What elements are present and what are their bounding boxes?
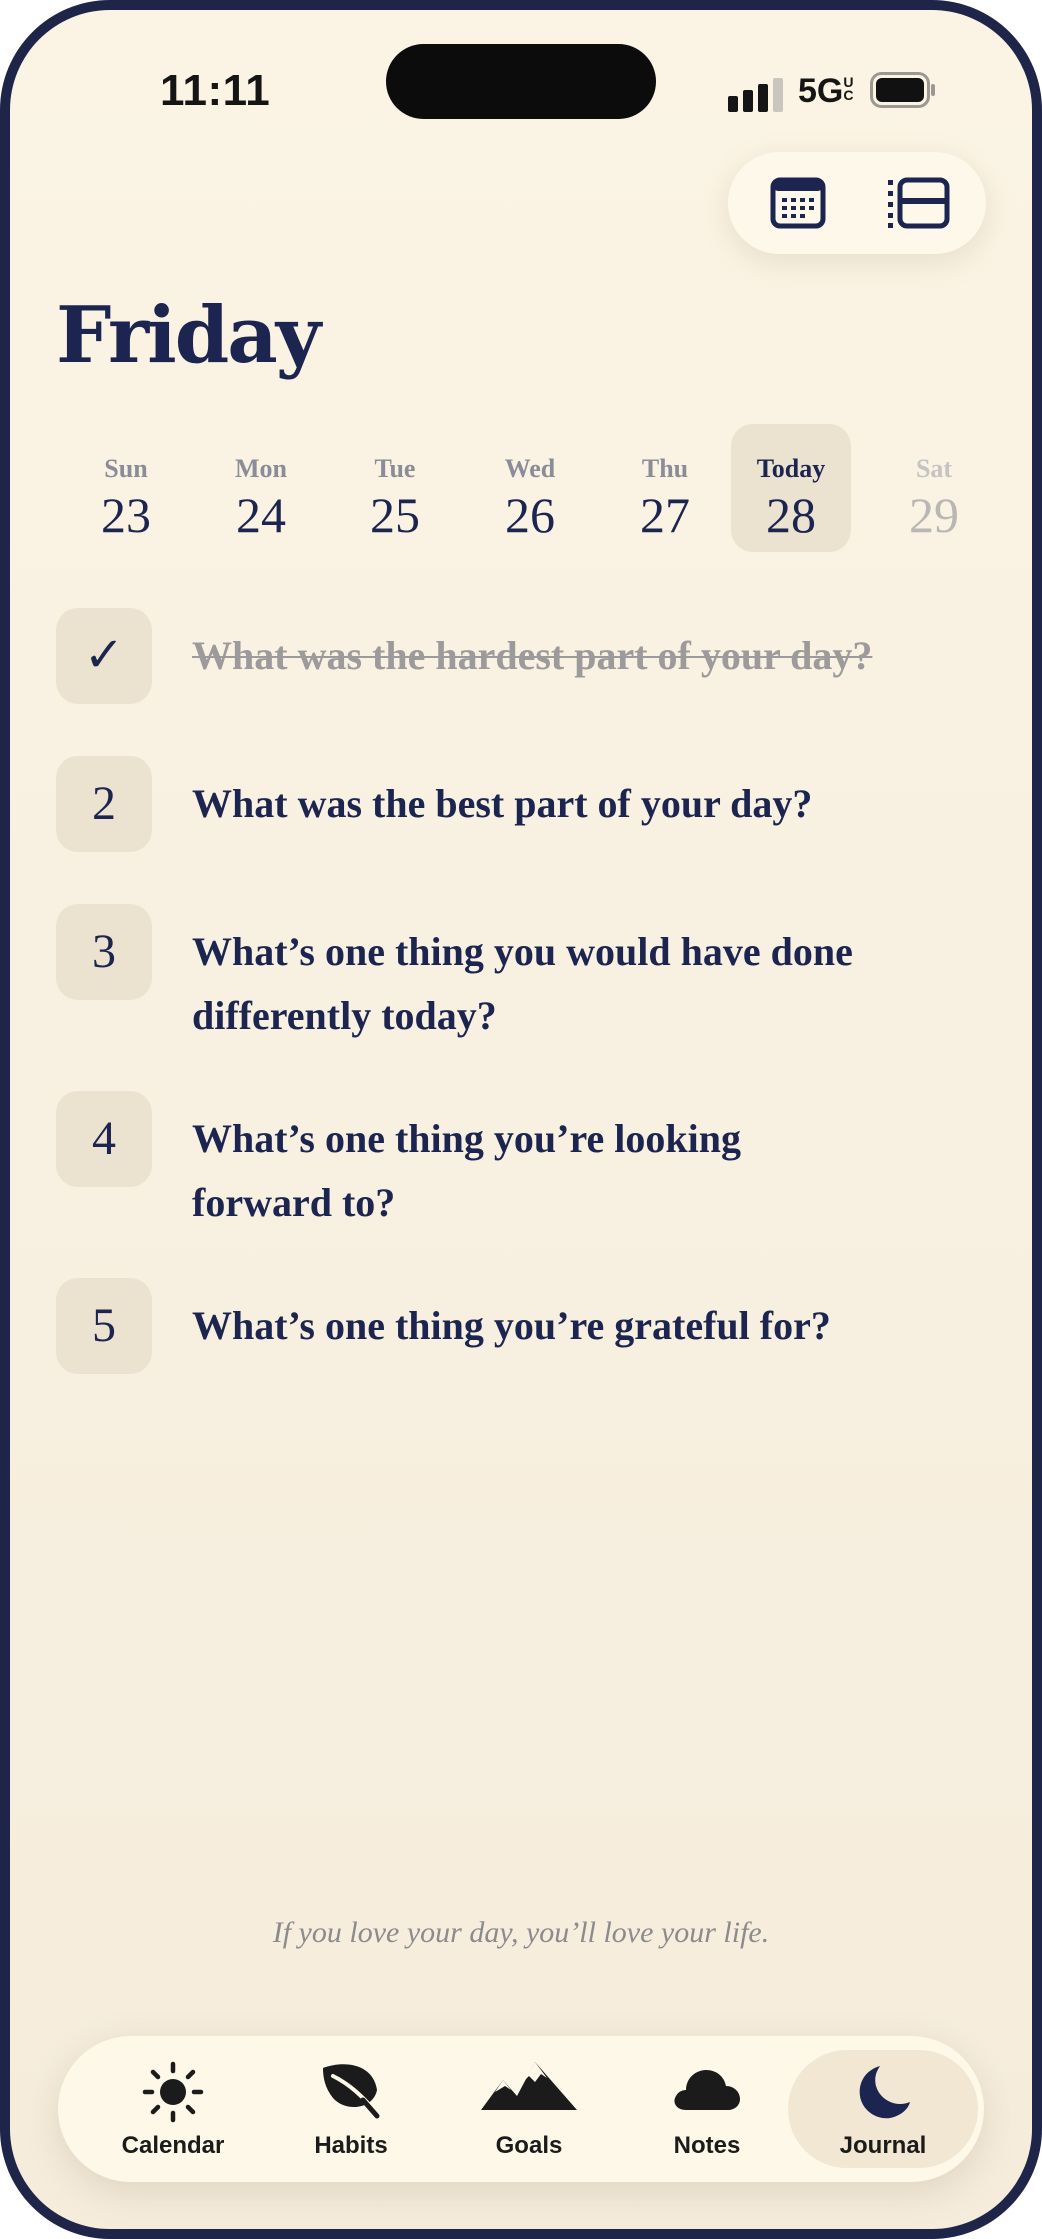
day-name: Today: [756, 454, 826, 483]
day-date: 26: [505, 487, 555, 543]
calendar-grid-icon[interactable]: [770, 176, 826, 230]
leaf-icon: [323, 2064, 381, 2119]
tab-label: Calendar: [121, 2132, 225, 2159]
tab-goals[interactable]: Goals: [434, 2036, 624, 2182]
phone-frame: 11:11 5GUC Friday Sun 23 Mon 24 Tue 25 W…: [0, 0, 1042, 2239]
sun-icon: [142, 2061, 204, 2123]
question-number-badge[interactable]: 2: [56, 756, 152, 852]
question-5[interactable]: What’s one thing you’re grateful for?: [192, 1294, 952, 1358]
question-1[interactable]: What was the hardest part of your day?: [192, 624, 952, 688]
day-date: 29: [909, 487, 959, 543]
question-4[interactable]: What’s one thing you’re looking forward …: [192, 1107, 812, 1235]
day-date: 28: [766, 487, 816, 543]
network-label: 5G: [798, 72, 844, 110]
moon-icon: [859, 2066, 910, 2119]
day-today[interactable]: Today 28: [731, 424, 851, 552]
tab-label: Goals: [495, 2132, 563, 2159]
tab-bar: Calendar Habits Goals Notes Journal: [58, 2036, 984, 2182]
day-date: 25: [370, 487, 420, 543]
day-date: 23: [101, 487, 151, 543]
tab-label: Habits: [314, 2132, 388, 2159]
tab-calendar[interactable]: Calendar: [78, 2036, 268, 2182]
tab-notes[interactable]: Notes: [612, 2036, 802, 2182]
question-number-badge[interactable]: 3: [56, 904, 152, 1000]
day-date: 27: [640, 487, 690, 543]
day-thu[interactable]: Thu 27: [605, 424, 725, 552]
day-name: Tue: [374, 454, 416, 483]
day-name: Mon: [235, 454, 287, 483]
day-name: Thu: [641, 454, 689, 483]
day-name: Sun: [104, 454, 148, 483]
day-wed[interactable]: Wed 26: [470, 424, 590, 552]
day-sat[interactable]: Sat 29: [874, 424, 994, 552]
question-number-badge[interactable]: 5: [56, 1278, 152, 1374]
page-title: Friday: [56, 290, 321, 381]
dynamic-island: [386, 44, 656, 119]
cloud-icon: [674, 2070, 740, 2110]
battery-icon: [870, 72, 935, 108]
network-badge: UC: [843, 74, 854, 103]
day-date: 24: [236, 487, 286, 543]
tab-label: Notes: [673, 2132, 741, 2159]
mountains-icon: [481, 2062, 577, 2110]
question-3[interactable]: What’s one thing you would have done dif…: [192, 920, 952, 1048]
tab-habits[interactable]: Habits: [256, 2036, 446, 2182]
tab-journal[interactable]: Journal: [788, 2050, 978, 2168]
daily-quote: If you love your day, you’ll love your l…: [272, 1916, 770, 1949]
day-mon[interactable]: Mon 24: [201, 424, 321, 552]
question-2[interactable]: What was the best part of your day?: [192, 772, 952, 836]
network-indicator: 5GUC: [798, 72, 855, 111]
day-tue[interactable]: Tue 25: [335, 424, 455, 552]
question-number-badge[interactable]: 4: [56, 1091, 152, 1187]
status-time: 11:11: [160, 66, 271, 115]
day-name: Sat: [915, 454, 953, 483]
list-view-icon[interactable]: [888, 176, 950, 230]
signal-icon: [728, 76, 784, 112]
day-name: Wed: [504, 454, 556, 483]
view-toggle: [728, 152, 986, 254]
screen: 11:11 5GUC Friday Sun 23 Mon 24 Tue 25 W…: [10, 10, 1032, 2229]
day-sun[interactable]: Sun 23: [66, 424, 186, 552]
checkmark-badge[interactable]: ✓: [56, 608, 152, 704]
tab-label: Journal: [839, 2132, 927, 2159]
